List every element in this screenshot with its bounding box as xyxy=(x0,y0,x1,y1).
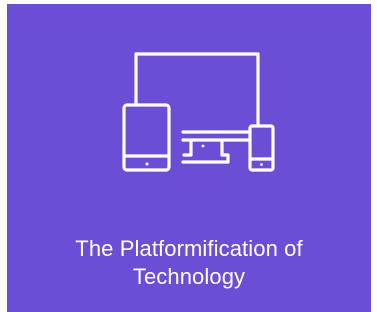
card-title: The Platformification of Technology xyxy=(17,235,361,291)
platformification-card[interactable]: The Platformification of Technology xyxy=(7,4,371,312)
multi-device-icon xyxy=(7,4,371,194)
card-title-line-1: The Platformification of xyxy=(75,236,303,261)
card-title-line-2: Technology xyxy=(132,264,246,289)
